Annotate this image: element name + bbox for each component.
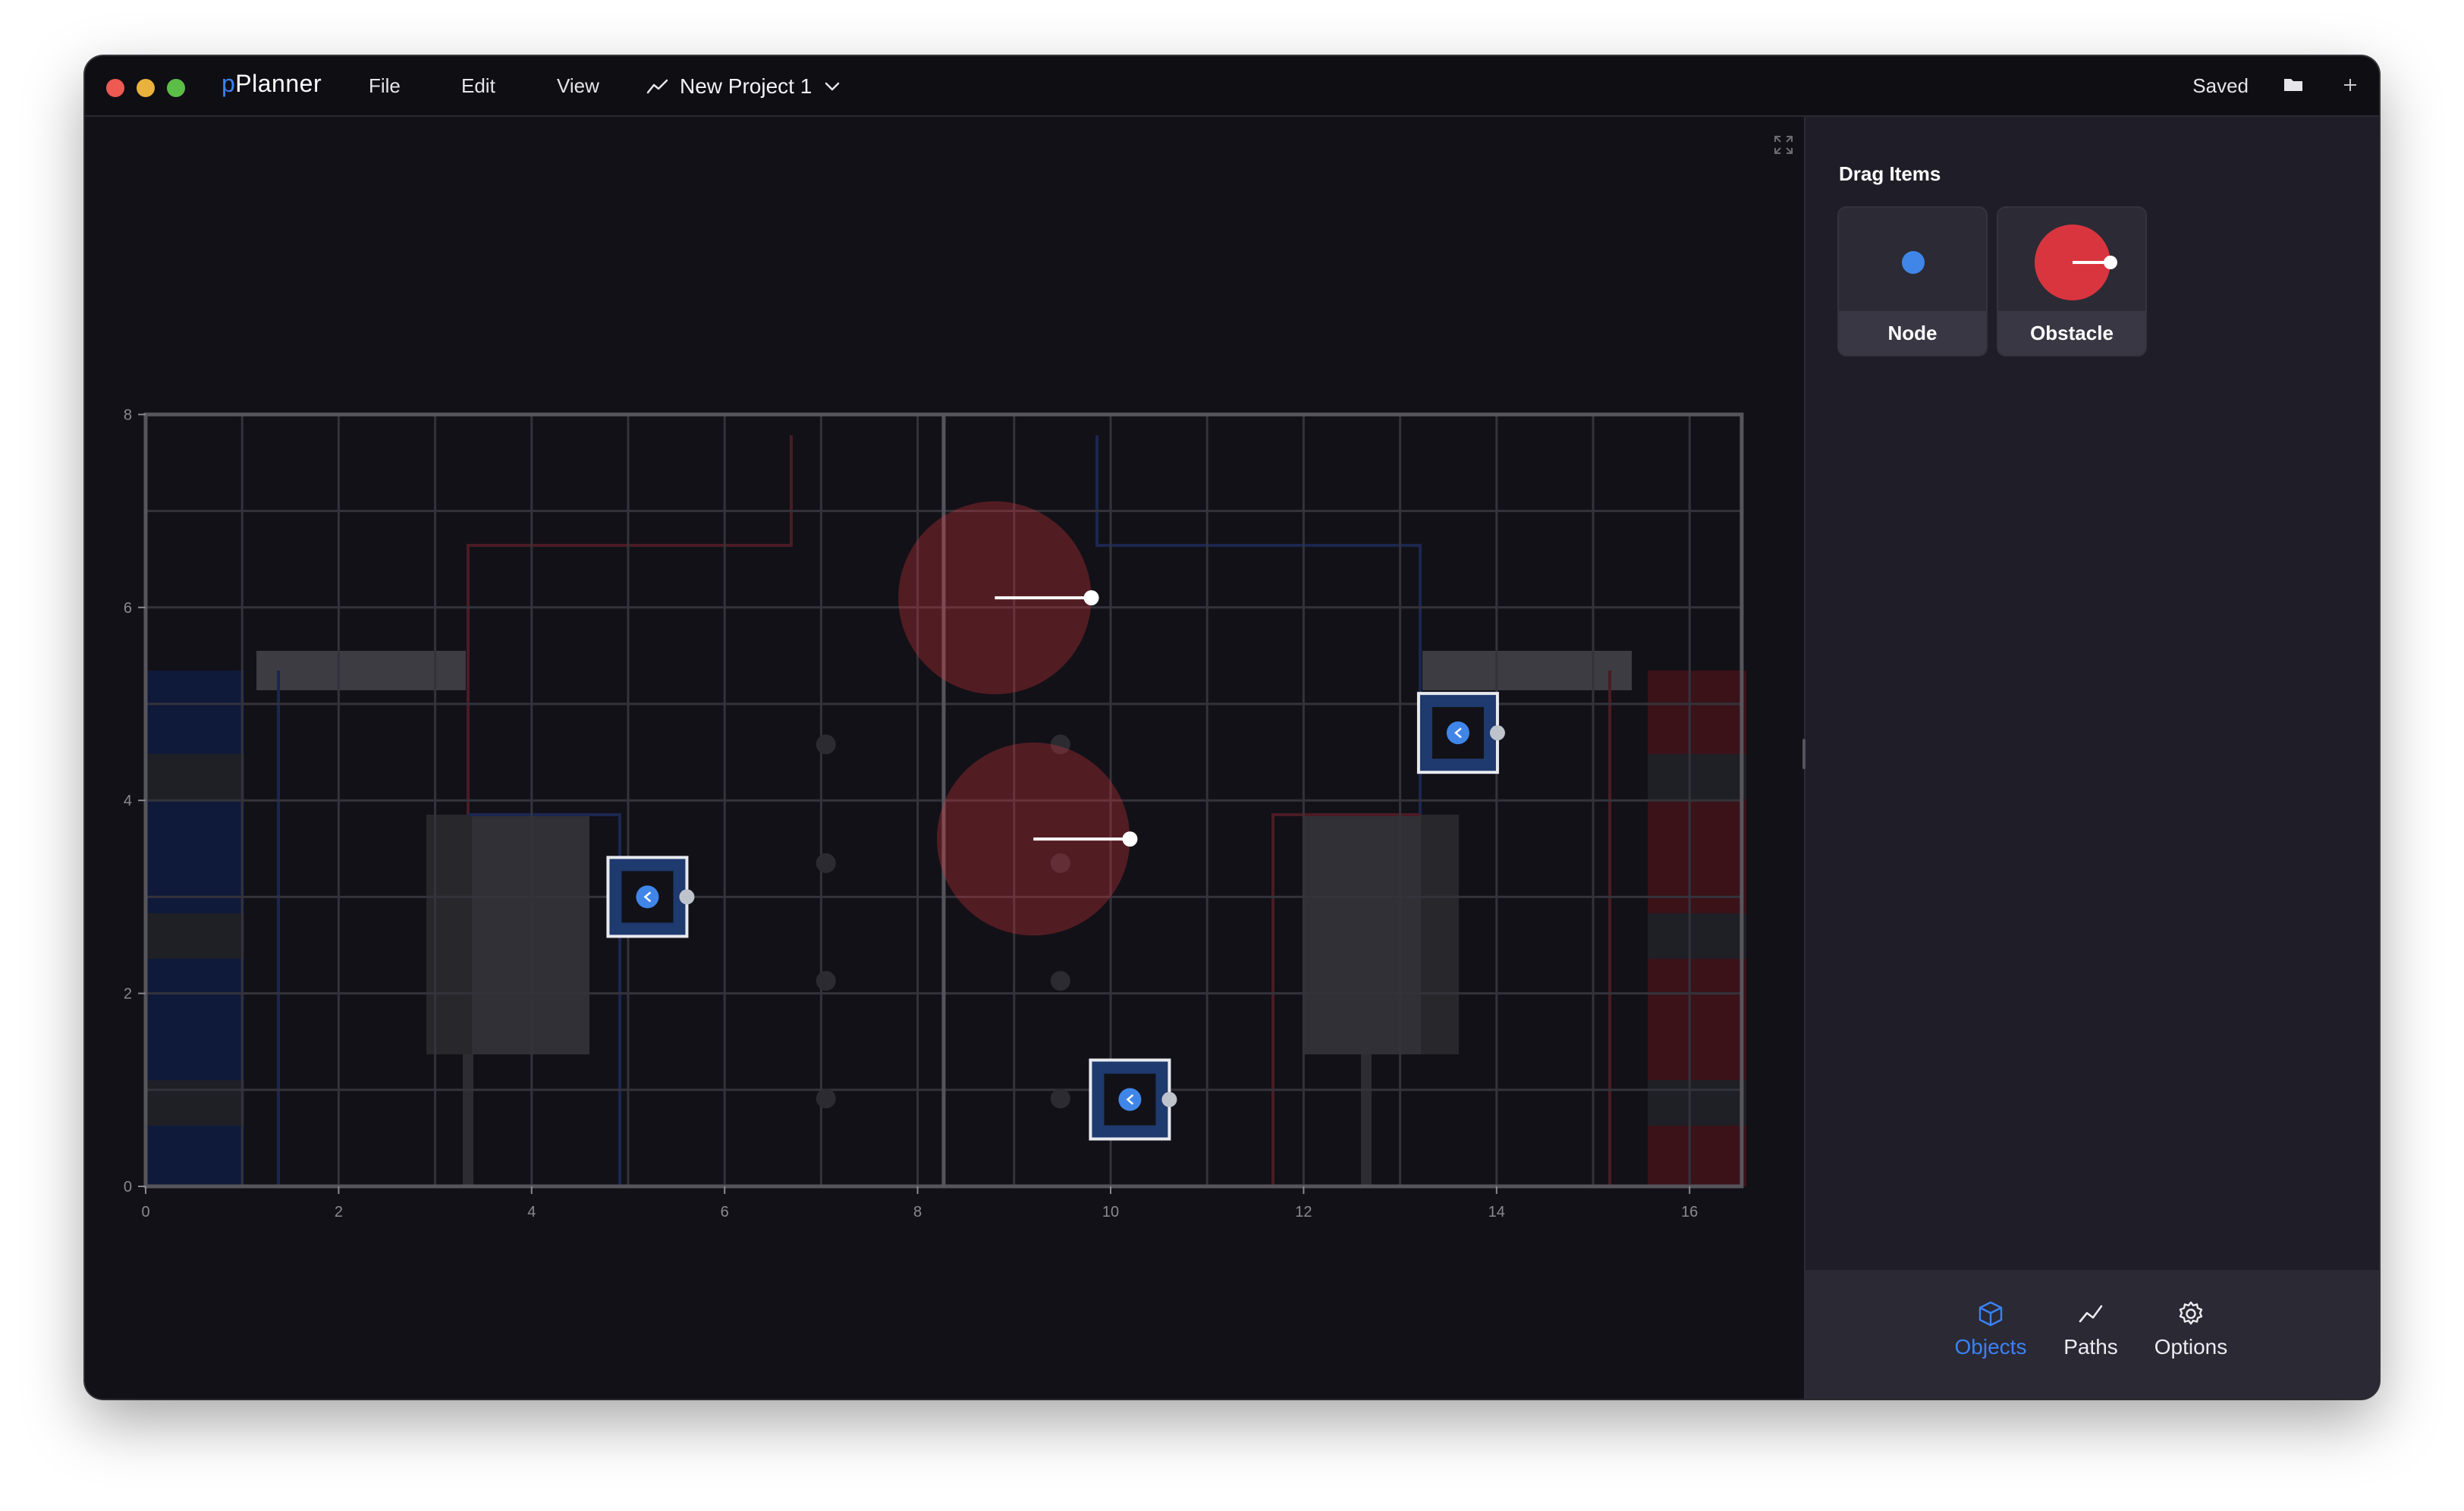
project-selector[interactable]: New Project 1 — [646, 68, 842, 105]
drag-item-obstacle-label: Obstacle — [1998, 311, 2145, 355]
node-icon — [1446, 721, 1469, 745]
minimize-window-button[interactable] — [137, 79, 155, 97]
project-name: New Project 1 — [680, 74, 812, 98]
gear-icon — [2179, 1301, 2203, 1325]
sidebar-resize-handle[interactable] — [1802, 739, 1806, 769]
robot-rotation-handle[interactable] — [1161, 1092, 1177, 1107]
field-canvas[interactable]: 0 2 4 6 8 10 12 14 16 0 2 4 6 8 — [85, 117, 1804, 1399]
red-barrier — [1422, 651, 1632, 690]
x-tick-label: 10 — [1102, 1204, 1119, 1220]
y-tick-label: 8 — [124, 407, 132, 423]
y-tick-label: 4 — [124, 793, 132, 809]
node-icon — [1118, 1088, 1142, 1111]
tab-paths[interactable]: Paths — [2045, 1300, 2136, 1359]
robot-node[interactable] — [1416, 692, 1505, 774]
tab-options-label: Options — [2154, 1335, 2228, 1359]
menu-file[interactable]: File — [369, 74, 401, 98]
bottom-nav: Objects Paths Options — [1806, 1270, 2379, 1399]
y-tick-label: 6 — [124, 600, 132, 617]
game-piece — [1050, 971, 1070, 991]
obstacle-radius-handle[interactable] — [1122, 831, 1138, 847]
robot-node[interactable] — [606, 856, 695, 938]
x-tick-label: 0 — [141, 1204, 149, 1220]
x-tick-label: 12 — [1295, 1204, 1312, 1220]
game-piece — [816, 734, 836, 755]
menu-edit[interactable]: Edit — [461, 74, 495, 98]
obstacle-icon — [2035, 225, 2117, 300]
x-tick-label: 8 — [913, 1204, 922, 1220]
tab-objects-label: Objects — [1954, 1335, 2027, 1359]
y-tick-label: 2 — [124, 986, 132, 1003]
y-tick-label: 0 — [124, 1179, 132, 1195]
close-window-button[interactable] — [106, 79, 124, 97]
axis-ticks: 0 2 4 6 8 10 12 14 16 0 2 4 6 8 — [124, 407, 1698, 1220]
field-map[interactable]: 0 2 4 6 8 10 12 14 16 0 2 4 6 8 — [85, 117, 1804, 1399]
save-status: Saved — [2192, 74, 2249, 97]
title-bar: pPlanner File Edit View New Project 1 Sa… — [85, 56, 2379, 117]
tab-objects[interactable]: Objects — [1945, 1300, 2036, 1359]
path-trend-icon — [646, 79, 668, 94]
robot-rotation-handle[interactable] — [1489, 725, 1505, 741]
drag-items-title: Drag Items — [1839, 162, 1941, 185]
app-window: pPlanner File Edit View New Project 1 Sa… — [85, 56, 2379, 1399]
obstacle[interactable] — [898, 501, 1099, 695]
add-icon[interactable] — [2341, 76, 2359, 94]
game-piece — [816, 1088, 836, 1109]
maximize-window-button[interactable] — [167, 79, 185, 97]
obstacle[interactable] — [937, 742, 1138, 936]
drag-item-node-label: Node — [1839, 311, 1986, 355]
node-icon — [1902, 251, 1925, 274]
game-piece — [816, 971, 836, 991]
app-title: pPlanner — [222, 70, 322, 97]
obstacles[interactable] — [898, 501, 1138, 936]
x-tick-label: 6 — [721, 1204, 729, 1220]
cube-icon — [1978, 1301, 2003, 1327]
chevron-down-icon — [825, 82, 840, 91]
drag-item-obstacle[interactable]: Obstacle — [1997, 206, 2147, 357]
x-tick-label: 14 — [1488, 1204, 1505, 1220]
obstacle-radius-handle[interactable] — [1083, 590, 1099, 606]
menu-view[interactable]: View — [557, 74, 599, 98]
sidebar: Drag Items Node Obstacle Objects Paths O… — [1802, 117, 2379, 1399]
node-icon — [636, 885, 659, 909]
x-tick-label: 4 — [527, 1204, 536, 1220]
x-tick-label: 16 — [1681, 1204, 1698, 1220]
folder-icon[interactable] — [2282, 73, 2305, 96]
game-piece — [816, 853, 836, 873]
x-tick-label: 2 — [335, 1204, 343, 1220]
robot-node[interactable] — [1089, 1058, 1177, 1141]
tab-paths-label: Paths — [2063, 1335, 2118, 1359]
robot-rotation-handle[interactable] — [679, 889, 695, 905]
drag-item-node[interactable]: Node — [1837, 206, 1988, 357]
game-piece — [1050, 1088, 1070, 1109]
paths-icon — [2079, 1305, 2103, 1323]
tab-options[interactable]: Options — [2145, 1300, 2236, 1359]
